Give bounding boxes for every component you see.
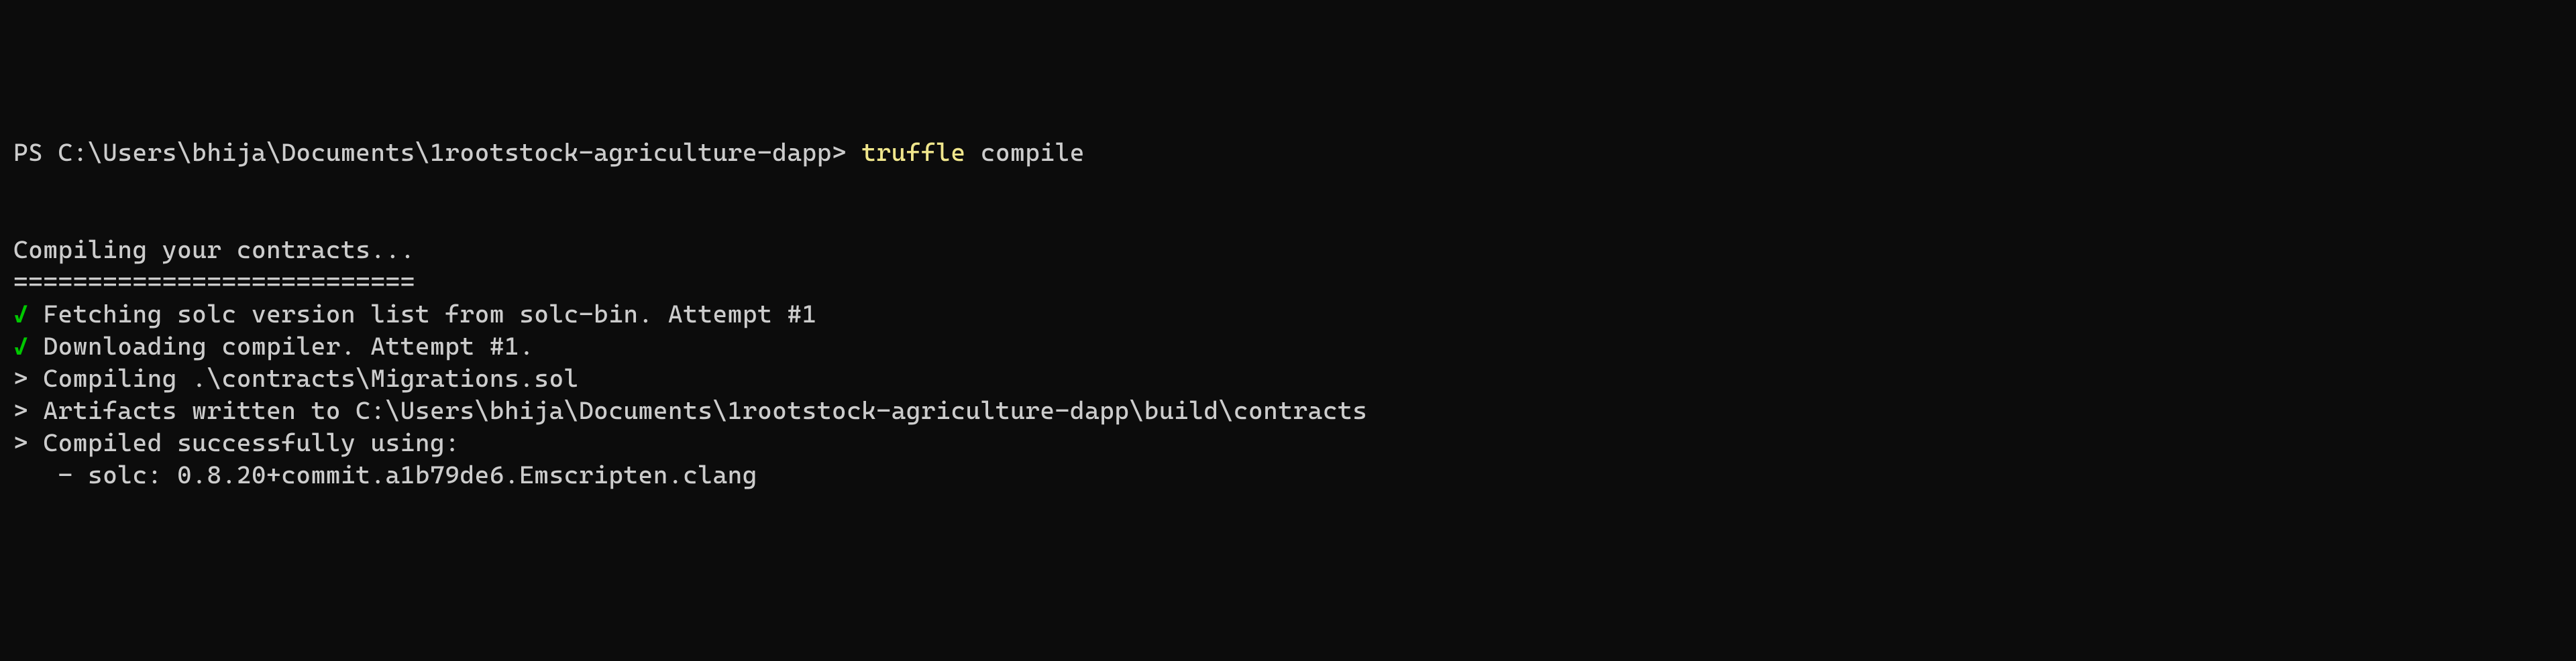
compile-header: Compiling your contracts...: [13, 235, 415, 264]
output-text: Fetching solc version list from solc-bin…: [28, 300, 817, 328]
command-arg: compile: [966, 138, 1085, 167]
blank-line: [13, 202, 2563, 234]
ps-prefix: PS: [13, 138, 58, 167]
gt-marker: >: [13, 396, 28, 425]
output-line: ✓ Downloading compiler. Attempt #1.: [13, 330, 2563, 363]
prompt-path: C:\Users\bhija\Documents\1rootstock-agri…: [58, 138, 832, 167]
output-text: Compiled successfully using:: [28, 428, 460, 457]
check-icon: ✓: [13, 300, 28, 328]
gt-marker: >: [13, 428, 28, 457]
output-text: - solc: 0.8.20+commit.a1b79de6.Emscripte…: [13, 461, 757, 489]
terminal-output: PS C:\Users\bhija\Documents\1rootstock-a…: [13, 137, 2563, 491]
output-lines: ✓ Fetching solc version list from solc-b…: [13, 298, 2563, 492]
output-line: > Compiled successfully using:: [13, 427, 2563, 459]
output-text: Downloading compiler. Attempt #1.: [28, 332, 534, 361]
output-text: Artifacts written to C:\Users\bhija\Docu…: [28, 396, 1367, 425]
output-line: > Artifacts written to C:\Users\bhija\Do…: [13, 395, 2563, 427]
gt-marker: >: [13, 364, 28, 393]
output-line: > Compiling .\contracts\Migrations.sol: [13, 363, 2563, 395]
output-text: Compiling .\contracts\Migrations.sol: [28, 364, 579, 393]
prompt-line: PS C:\Users\bhija\Documents\1rootstock-a…: [13, 137, 2563, 169]
check-icon: ✓: [13, 332, 28, 361]
separator: ===========================: [13, 267, 415, 296]
output-line: ✓ Fetching solc version list from solc-b…: [13, 298, 2563, 330]
command: truffle: [861, 138, 965, 167]
output-line: - solc: 0.8.20+commit.a1b79de6.Emscripte…: [13, 459, 2563, 491]
prompt-suffix: >: [832, 138, 861, 167]
